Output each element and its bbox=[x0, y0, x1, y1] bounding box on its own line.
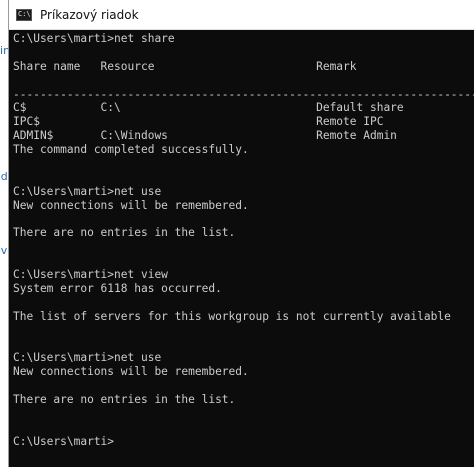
background-text-fragment: ove bbox=[0, 244, 8, 257]
console-line: C$ C:\ Default share bbox=[13, 101, 404, 115]
background-window-edge: cin ade ove bbox=[0, 0, 8, 467]
background-text-fragment: ade bbox=[0, 170, 8, 183]
console-line: There are no entries in the list. bbox=[13, 226, 236, 240]
console-line: Share name Resource Remark bbox=[13, 59, 357, 73]
console-line: The command completed successfully. bbox=[13, 143, 249, 157]
background-text-fragment: cin bbox=[0, 44, 8, 57]
console-line: C:\Users\marti>net share bbox=[13, 32, 175, 45]
window-title: Príkazový riadok bbox=[40, 7, 139, 22]
console-line: IPC$ Remote IPC bbox=[13, 115, 384, 129]
console-line: New connections will be remembered. bbox=[13, 365, 249, 379]
console-line: C:\Users\marti>net view bbox=[13, 268, 168, 282]
console-line: ----------------------------------------… bbox=[13, 87, 474, 101]
console-line: ADMIN$ C:\Windows Remote Admin bbox=[13, 129, 397, 143]
console-output[interactable]: C:\Users\marti>net share Share name Resou… bbox=[13, 30, 474, 467]
console-line: New connections will be remembered. bbox=[13, 198, 249, 212]
console-line: The list of servers for this workgroup i… bbox=[13, 309, 451, 323]
console-line: C:\Users\marti>net use bbox=[13, 184, 162, 198]
console-line: C:\Users\marti>net use bbox=[13, 351, 162, 365]
title-bar[interactable]: C:\ Príkazový riadok bbox=[9, 0, 474, 30]
console-line: There are no entries in the list. bbox=[13, 393, 236, 407]
console-line: C:\Users\marti> bbox=[13, 434, 115, 448]
command-prompt-window[interactable]: C:\ Príkazový riadok C:\Users\marti>net … bbox=[8, 0, 474, 467]
terminal-icon: C:\ bbox=[16, 8, 32, 21]
console-line: System error 6118 has occurred. bbox=[13, 282, 222, 296]
